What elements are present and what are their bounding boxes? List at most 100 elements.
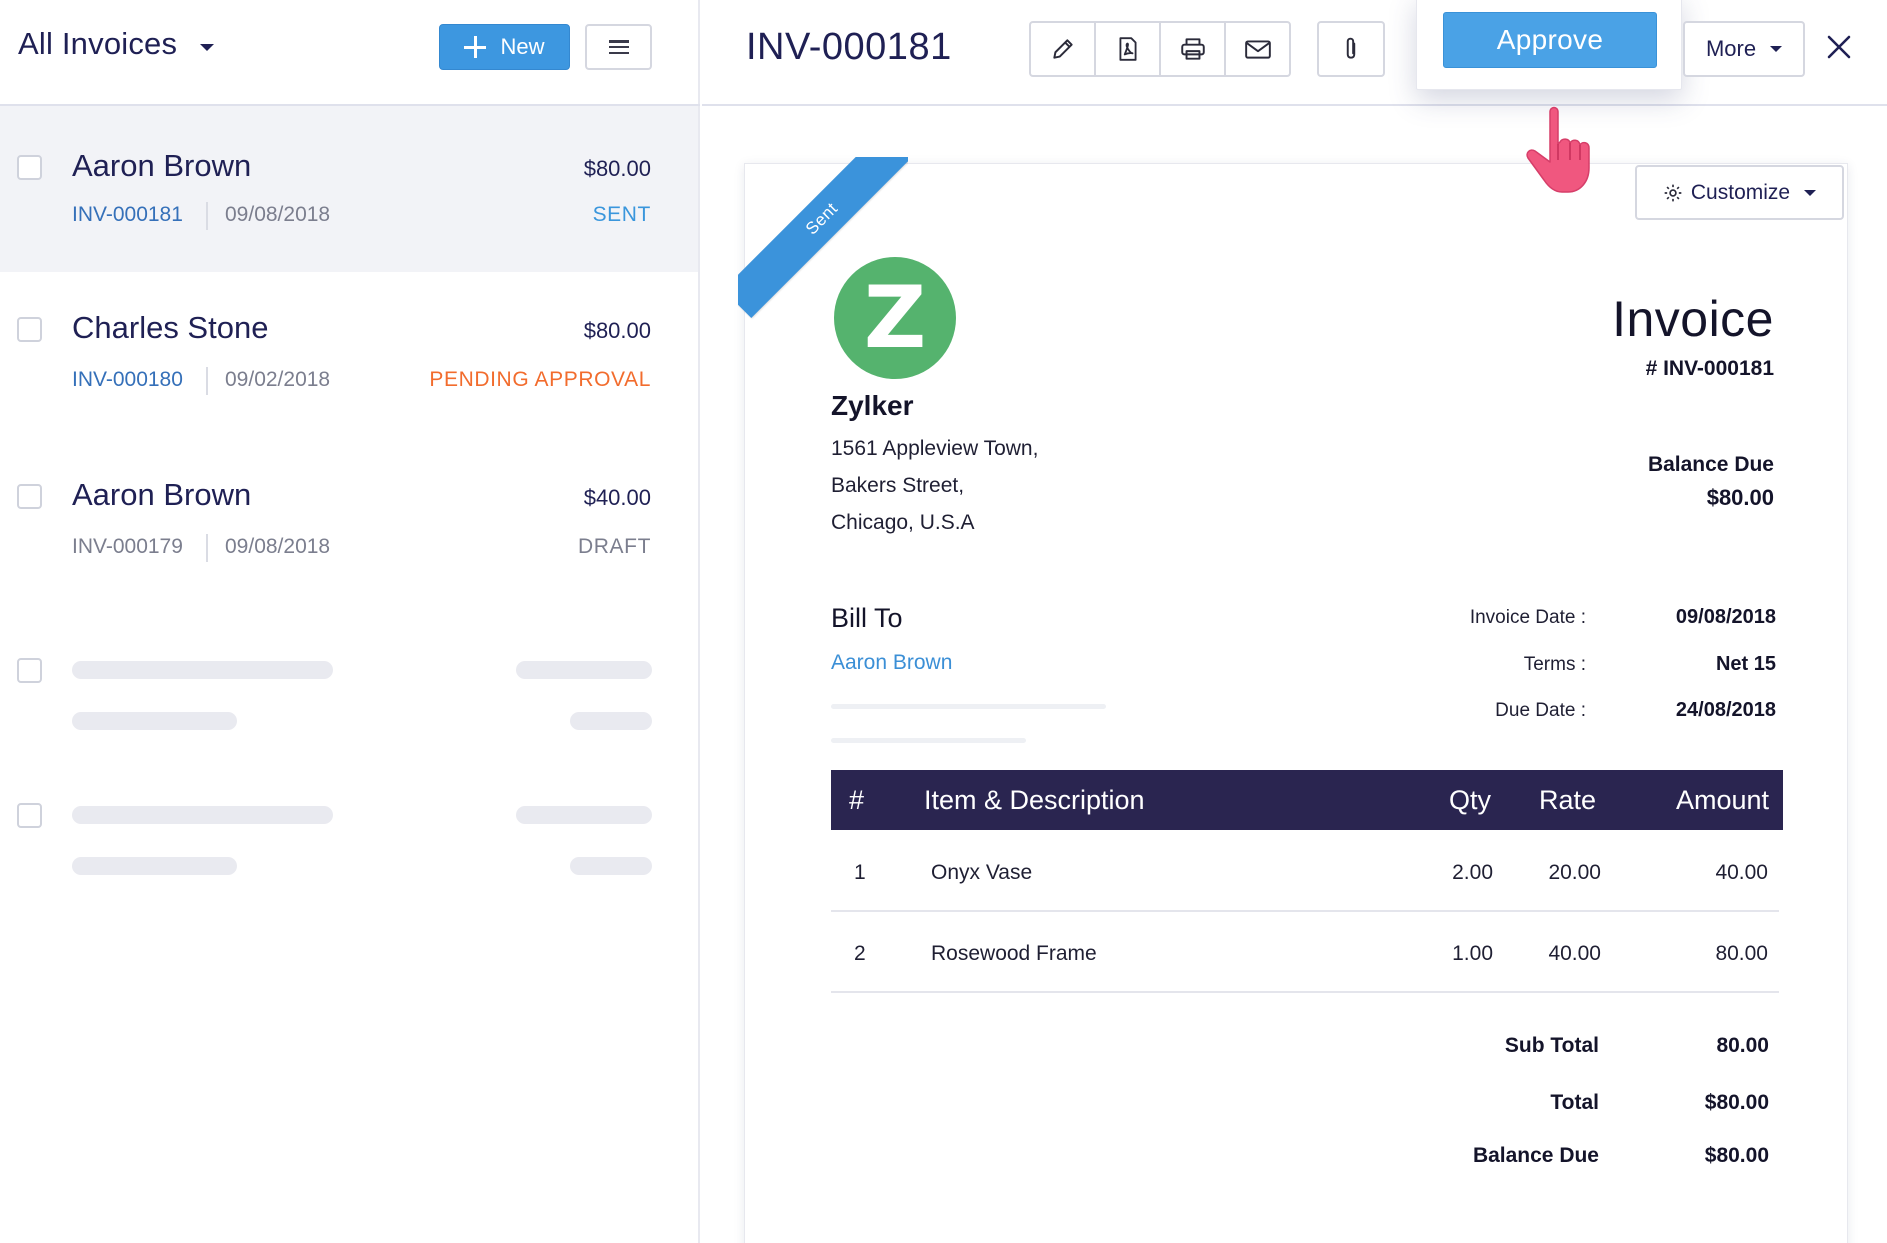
- meta-label: Invoice Date :: [1469, 607, 1586, 628]
- address-line: 1561 Appleview Town,: [831, 437, 1039, 460]
- document-title: Invoice: [1612, 291, 1774, 347]
- customize-button[interactable]: Customize: [1635, 165, 1844, 220]
- invoice-number: INV-000181: [72, 203, 183, 226]
- pdf-button[interactable]: [1096, 23, 1161, 75]
- divider: [206, 202, 208, 230]
- approve-button[interactable]: Approve: [1443, 12, 1657, 68]
- total-label: Total: [1550, 1091, 1599, 1114]
- invoice-date: 09/02/2018: [225, 368, 331, 391]
- col-header-amount: Amount: [1675, 785, 1769, 815]
- skeleton-line: [72, 712, 237, 730]
- status-badge: DRAFT: [578, 535, 651, 558]
- skeleton-line: [72, 857, 237, 875]
- meta-label: Terms :: [1523, 654, 1586, 675]
- invoice-row[interactable]: Charles Stone $80.00 INV-000180 09/02/20…: [0, 272, 698, 438]
- action-toolbar: [1029, 21, 1291, 77]
- hamburger-icon: [608, 40, 629, 54]
- email-button[interactable]: [1226, 23, 1289, 75]
- invoice-number: INV-000179: [72, 535, 183, 558]
- new-invoice-button[interactable]: New: [439, 24, 570, 70]
- list-menu-button[interactable]: [585, 24, 652, 70]
- pencil-icon: [1052, 39, 1073, 59]
- item-qty: 2.00: [1452, 861, 1493, 884]
- page-title: INV-000181: [746, 26, 952, 68]
- status-badge: SENT: [592, 203, 651, 226]
- item-amount: 40.00: [1715, 861, 1768, 884]
- invoice-row[interactable]: Aaron Brown $80.00 INV-000181 09/08/2018…: [0, 106, 698, 272]
- invoice-number: INV-000180: [72, 368, 183, 391]
- attach-button[interactable]: [1317, 21, 1385, 77]
- mail-icon: [1244, 40, 1271, 59]
- total-label: Balance Due: [1472, 1144, 1599, 1167]
- bill-to-customer-link[interactable]: Aaron Brown: [831, 651, 952, 675]
- printer-icon: [1180, 38, 1205, 60]
- invoice-date: 09/08/2018: [225, 535, 331, 558]
- paperclip-icon: [1346, 37, 1356, 59]
- divider: [206, 367, 208, 395]
- skeleton-line: [570, 857, 652, 875]
- invoice-amount: $40.00: [583, 485, 651, 510]
- invoice-date: 09/08/2018: [225, 203, 331, 226]
- more-dropdown-button[interactable]: More: [1683, 21, 1805, 77]
- meta-label: Due Date :: [1495, 700, 1586, 721]
- skeleton-line: [72, 806, 333, 824]
- more-button-label: More: [1705, 36, 1757, 61]
- row-divider: [831, 991, 1779, 993]
- item-rate: 40.00: [1548, 942, 1601, 965]
- hand-pointer-icon: [1526, 106, 1590, 193]
- company-logo: Z: [834, 257, 956, 379]
- skeleton-line: [831, 738, 1026, 743]
- item-name: Rosewood Frame: [931, 942, 1097, 965]
- col-header-num: #: [849, 785, 865, 815]
- print-button[interactable]: [1161, 23, 1226, 75]
- total-label: Sub Total: [1504, 1034, 1599, 1057]
- skeleton-line: [831, 704, 1106, 709]
- item-qty: 1.00: [1452, 942, 1493, 965]
- bill-to-label: Bill To: [831, 603, 903, 633]
- list-header: All Invoices New: [0, 0, 700, 106]
- meta-value: Net 15: [1715, 653, 1776, 675]
- list-view-dropdown[interactable]: All Invoices: [18, 26, 177, 62]
- col-header-qty: Qty: [1448, 785, 1491, 815]
- item-amount: 80.00: [1715, 942, 1768, 965]
- customer-name: Aaron Brown: [72, 477, 252, 512]
- meta-value: 24/08/2018: [1675, 699, 1776, 721]
- balance-due-value: $80.00: [1706, 485, 1774, 510]
- invoice-amount: $80.00: [583, 318, 651, 343]
- row-checkbox[interactable]: [17, 658, 42, 683]
- customize-label: Customize: [1690, 180, 1791, 204]
- item-num: 2: [854, 942, 866, 965]
- row-divider: [831, 910, 1779, 912]
- invoice-row[interactable]: Aaron Brown $40.00 INV-000179 09/08/2018…: [0, 438, 698, 604]
- edit-button[interactable]: [1031, 23, 1096, 75]
- skeleton-line: [570, 712, 652, 730]
- total-value: $80.00: [1704, 1144, 1769, 1167]
- invoice-list-panel: All Invoices New Aaron Brown $80.00 INV-…: [0, 0, 700, 1243]
- total-value: 80.00: [1716, 1034, 1769, 1057]
- chevron-down-icon[interactable]: [200, 44, 214, 51]
- skeleton-line: [516, 806, 652, 824]
- new-button-label: New: [500, 34, 545, 59]
- logo-letter: Z: [863, 268, 927, 368]
- chevron-down-icon: [1804, 189, 1817, 196]
- col-header-item: Item & Description: [924, 785, 1145, 815]
- meta-value: 09/08/2018: [1675, 606, 1776, 628]
- skeleton-line: [72, 661, 333, 679]
- pdf-icon: [1118, 37, 1137, 61]
- col-header-rate: Rate: [1538, 785, 1596, 815]
- status-badge: PENDING APPROVAL: [429, 368, 651, 391]
- divider: [206, 534, 208, 562]
- items-table-header: # Item & Description Qty Rate Amount: [831, 770, 1783, 830]
- chevron-down-icon: [1770, 46, 1783, 52]
- address-line: Bakers Street,: [831, 474, 965, 497]
- row-checkbox[interactable]: [17, 803, 42, 828]
- row-checkbox[interactable]: [17, 155, 42, 180]
- plus-icon: [464, 36, 487, 58]
- organization-name: Zylker: [831, 390, 914, 421]
- row-checkbox[interactable]: [17, 484, 42, 509]
- close-icon[interactable]: [1822, 30, 1856, 64]
- row-checkbox[interactable]: [17, 317, 42, 342]
- document-number: # INV-000181: [1645, 357, 1774, 380]
- item-name: Onyx Vase: [931, 861, 1033, 884]
- customer-name: Charles Stone: [72, 310, 269, 345]
